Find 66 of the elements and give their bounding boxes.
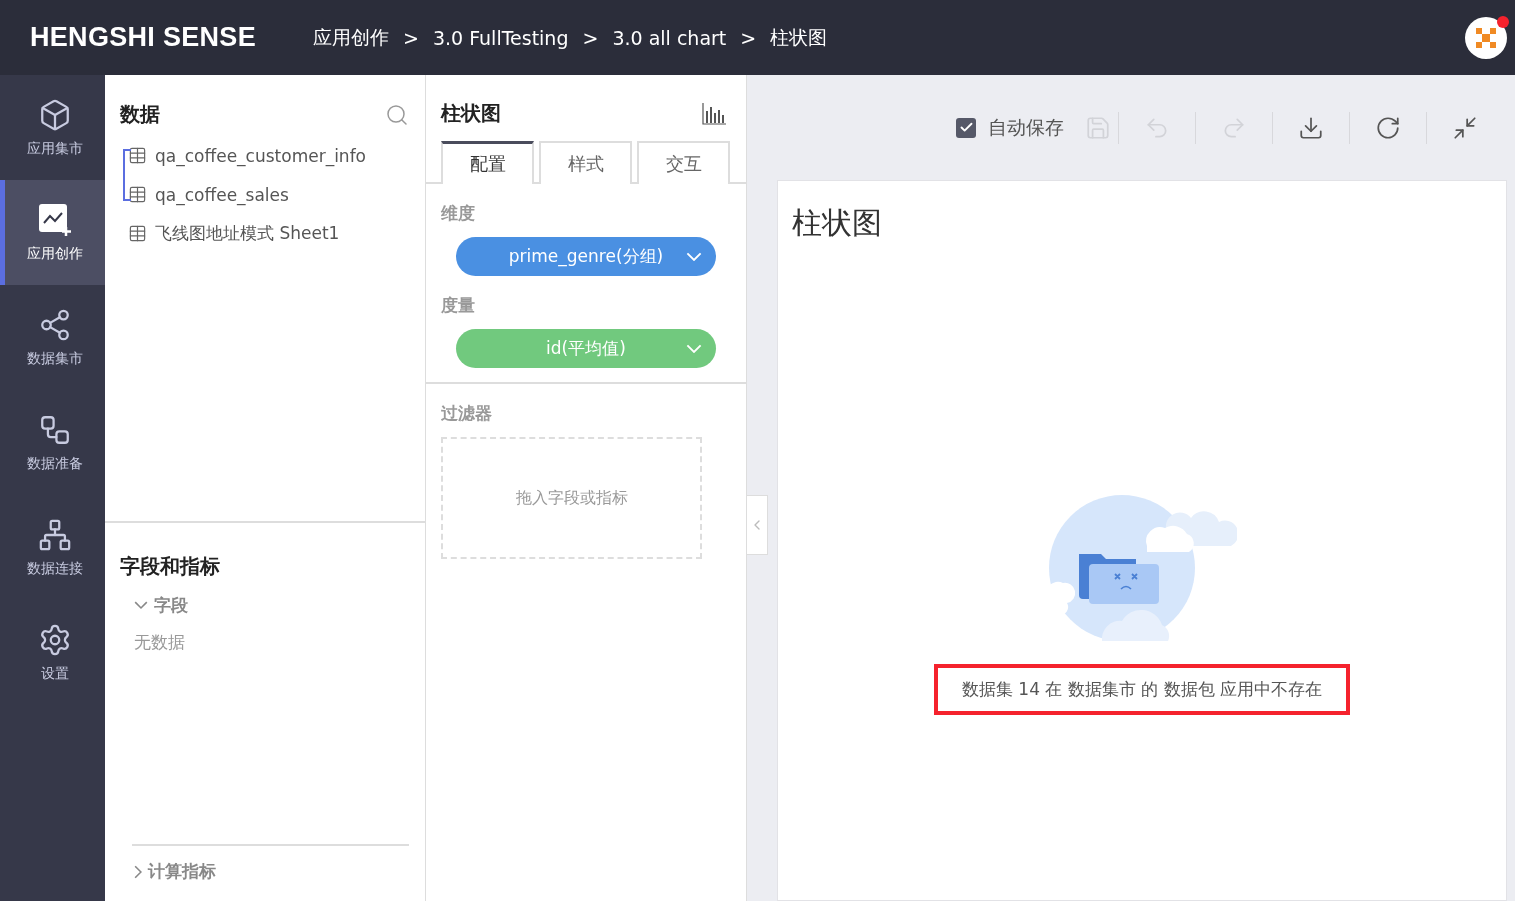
logo: HENGSHI SENSE	[30, 22, 257, 53]
dataset-name: qa_coffee_customer_info	[155, 145, 367, 166]
check-icon	[958, 120, 974, 135]
tab[interactable]: 样式	[539, 141, 632, 184]
chevron-down-icon	[686, 344, 702, 354]
section-label: 过滤器	[441, 402, 493, 425]
network-icon	[38, 517, 72, 552]
table-icon	[128, 185, 147, 204]
search-icon[interactable]	[385, 102, 409, 127]
table-icon	[128, 224, 147, 243]
checkbox[interactable]	[956, 117, 976, 138]
dataset-item[interactable]: 飞线图地址模式 Sheet1	[120, 214, 409, 253]
tab[interactable]: 配置	[441, 141, 534, 184]
dataset-item[interactable]: qa_coffee_sales	[128, 175, 409, 214]
nav-label: 应用集市	[27, 139, 83, 158]
nav-item[interactable]: 数据连接	[0, 495, 105, 600]
nav-label: 设置	[41, 664, 69, 683]
breadcrumb-link[interactable]: 柱状图	[770, 24, 828, 51]
empty-text: 无数据	[134, 631, 186, 654]
section-label: 度量	[441, 294, 476, 317]
collapse-icon	[1452, 114, 1478, 141]
breadcrumb-link[interactable]: 应用创作	[313, 24, 389, 51]
chevron-down-icon	[134, 601, 148, 610]
group-label: 计算指标	[148, 860, 217, 883]
group-label: 字段	[154, 594, 188, 617]
group-toggle[interactable]: 计算指标	[134, 860, 409, 883]
nav-label: 应用创作	[27, 244, 83, 263]
group-toggle[interactable]: 字段	[134, 594, 409, 617]
dataset-name: qa_coffee_sales	[155, 184, 289, 205]
settings-icon	[38, 622, 72, 657]
nav-label: 数据集市	[27, 349, 83, 368]
save-icon	[1085, 114, 1111, 141]
tab[interactable]: 交互	[637, 141, 730, 184]
nav-item[interactable]: 数据集市	[0, 285, 105, 390]
chart-title: 柱状图	[792, 204, 883, 242]
panel-title: 数据	[120, 101, 160, 128]
autosave-checkbox[interactable]: 自动保存	[956, 114, 1064, 141]
avatar[interactable]	[1465, 16, 1507, 59]
nav-label: 数据连接	[27, 559, 83, 578]
error-message: 数据集 14 在 数据集市 的 数据包 应用中不存在	[933, 664, 1351, 715]
nodes-icon	[38, 307, 72, 342]
breadcrumb-separator: >	[740, 26, 757, 49]
refresh-icon	[1375, 114, 1401, 141]
chevron-down-icon	[686, 252, 702, 262]
nav-item[interactable]: 设置	[0, 600, 105, 705]
chevron-right-icon	[134, 864, 143, 879]
collapse-handle[interactable]	[747, 495, 768, 555]
bar-chart-icon[interactable]	[702, 102, 726, 125]
nav-item[interactable]: 应用集市	[0, 75, 105, 180]
cube-icon	[38, 97, 72, 132]
breadcrumb-separator: >	[403, 26, 419, 49]
nav-item[interactable]: 数据准备	[0, 390, 105, 495]
panel-title: 柱状图	[441, 100, 501, 127]
link-bracket	[123, 149, 131, 201]
table-icon	[128, 146, 147, 165]
nav-item[interactable]: 应用创作	[0, 180, 105, 285]
dataset-name: 飞线图地址模式 Sheet1	[155, 222, 340, 245]
chart-icon	[38, 202, 72, 237]
panel-title: 字段和指标	[120, 553, 221, 580]
breadcrumb-link[interactable]: 3.0 FullTesting	[432, 26, 569, 49]
checkbox-label: 自动保存	[988, 114, 1064, 140]
nav-label: 数据准备	[27, 454, 83, 473]
dataset-item[interactable]: qa_coffee_customer_info	[128, 136, 409, 175]
breadcrumb-separator: >	[582, 26, 599, 49]
section-label: 维度	[441, 202, 476, 225]
breadcrumb-link[interactable]: 3.0 all chart	[612, 26, 727, 49]
